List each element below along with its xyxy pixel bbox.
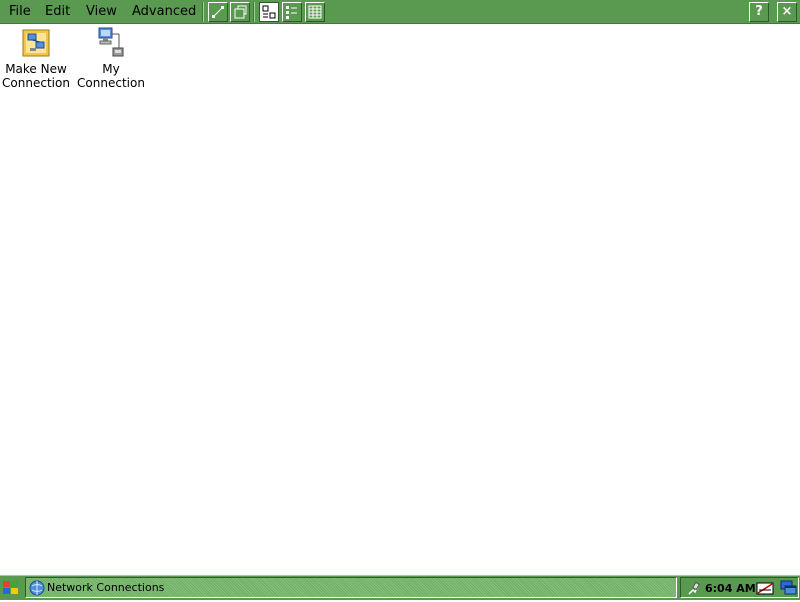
windows-flag-icon (3, 581, 18, 594)
start-button[interactable] (1, 578, 21, 598)
icon-label-line2: Connection (2, 76, 70, 90)
taskbar-button-label: Network Connections (47, 581, 165, 594)
input-panel-icon[interactable] (756, 579, 774, 601)
icon-label-line1: My (102, 62, 120, 76)
network-connection-icon (98, 27, 124, 57)
menu-advanced[interactable]: Advanced (128, 2, 200, 22)
large-icons-button[interactable] (259, 2, 279, 22)
taskbar: Network Connections 6:04 AM (0, 575, 800, 600)
make-new-connection-icon (22, 29, 50, 57)
system-tray: 6:04 AM (680, 577, 799, 598)
connect-icon (212, 6, 224, 18)
list-button[interactable] (282, 2, 302, 22)
properties-button[interactable] (230, 2, 250, 22)
close-button[interactable]: × (777, 2, 797, 22)
connect-button[interactable] (208, 2, 228, 22)
taskbar-button-network-connections[interactable]: Network Connections (25, 577, 677, 598)
make-new-connection[interactable]: Make New Connection (0, 26, 72, 90)
details-icon (308, 5, 322, 19)
show-desktop-icon[interactable] (780, 579, 798, 601)
command-bar: File Edit View Advanced ? × (0, 0, 800, 24)
details-button[interactable] (305, 2, 325, 22)
toolbar-separator (202, 2, 204, 22)
menu-edit[interactable]: Edit (41, 2, 74, 22)
network-globe-icon (29, 580, 45, 596)
icon-label-line1: Make New (5, 62, 67, 76)
toolbar-separator (253, 2, 255, 22)
icon-label-line2: Connection (77, 76, 145, 90)
properties-icon (234, 5, 247, 19)
menu-file[interactable]: File (5, 2, 35, 22)
clock[interactable]: 6:04 AM (705, 581, 756, 596)
list-icon (286, 6, 297, 19)
help-button[interactable]: ? (749, 2, 769, 22)
menu-view[interactable]: View (82, 2, 121, 22)
my-connection[interactable]: My Connection (75, 26, 147, 90)
large-icons-icon (262, 5, 276, 19)
power-plug-icon[interactable] (685, 580, 701, 600)
